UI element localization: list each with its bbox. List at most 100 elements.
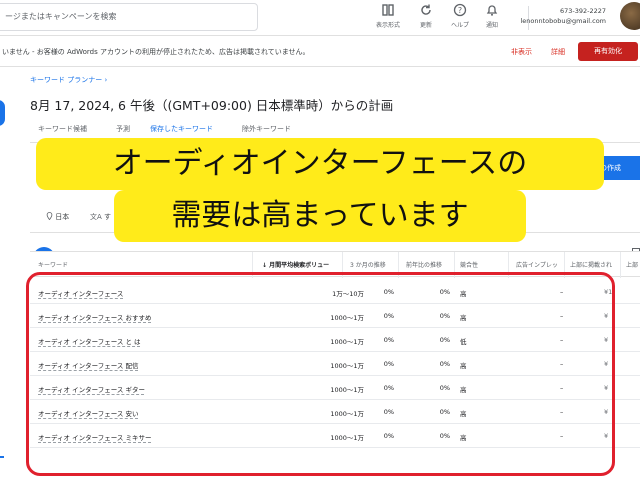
three-month-cell: 0% xyxy=(383,384,394,392)
impression-share-cell: – xyxy=(560,312,564,320)
three-month-cell: 0% xyxy=(383,336,394,344)
appearance-button[interactable]: 表示形式 xyxy=(370,3,406,33)
side-panel-handle[interactable] xyxy=(0,100,5,126)
hide-alert-link[interactable]: 非表示 xyxy=(511,47,532,57)
column-separator xyxy=(398,252,399,278)
tab-negative-keywords[interactable]: 除外キーワード xyxy=(242,124,291,134)
table-row[interactable]: オーディオ インターフェース 安い 1000～1万 0% 0% 高 – ¥ xyxy=(30,400,640,424)
volume-cell: 1000～1万 xyxy=(330,338,364,346)
keyword-cell[interactable]: オーディオ インターフェース 安い xyxy=(38,408,138,418)
table-row[interactable]: オーディオ インターフェース 配信 1000～1万 0% 0% 高 – ¥ xyxy=(30,352,640,376)
keyword-cell[interactable]: オーディオ インターフェース おすすめ xyxy=(38,312,151,322)
account-alert-bar: いません - お客様の AdWords アカウントの利用が停止されたため、広告は… xyxy=(0,37,640,67)
header-three-month[interactable]: 3 か月の推移 xyxy=(350,260,386,269)
column-separator xyxy=(454,252,455,278)
help-label: ヘルプ xyxy=(450,22,469,29)
help-icon: ? xyxy=(453,3,467,17)
appearance-label: 表示形式 xyxy=(375,22,400,29)
caption-line-2: 需要は高まっています xyxy=(114,190,526,242)
impression-share-cell: – xyxy=(560,408,564,416)
alert-details-link[interactable]: 詳細 xyxy=(551,47,565,57)
account-info[interactable]: 673-392-2227 lenonntobobu@gmail.com xyxy=(520,6,606,26)
account-id: 673-392-2227 xyxy=(559,7,606,15)
volume-cell: 1000～1万 xyxy=(330,434,364,442)
impression-share-cell: – xyxy=(560,384,564,392)
top-bar: ージまたはキャンペーンを検索 表示形式 更新 ? ヘルプ 通知 673-392-… xyxy=(0,0,640,36)
bid-cell: ¥1 xyxy=(604,288,613,296)
breadcrumb[interactable]: キーワード プランナー › xyxy=(30,75,107,85)
notifications-label: 通知 xyxy=(485,22,498,29)
impression-share-cell: – xyxy=(560,336,564,344)
translate-icon: 文A xyxy=(90,213,102,221)
table-row[interactable]: オーディオ インターフェース おすすめ 1000～1万 0% 0% 高 – ¥ xyxy=(30,304,640,328)
bell-icon xyxy=(486,5,498,16)
refresh-icon xyxy=(421,4,431,15)
table-row[interactable]: オーディオ インターフェース ミキサー 1000～1万 0% 0% 高 – ¥ xyxy=(30,424,640,448)
search-input[interactable]: ージまたはキャンペーンを検索 xyxy=(0,3,258,31)
help-button[interactable]: ? ヘルプ xyxy=(442,3,478,33)
caption-line-1: オーディオインターフェースの xyxy=(36,138,604,190)
volume-cell: 1万～10万 xyxy=(332,290,364,298)
table-row[interactable]: オーディオ インターフェース と は 1000～1万 0% 0% 低 – ¥ xyxy=(30,328,640,352)
alert-message: いません - お客様の AdWords アカウントの利用が停止されたため、広告は… xyxy=(2,48,310,56)
bid-cell: ¥ xyxy=(604,360,609,368)
account-email: lenonntobobu@gmail.com xyxy=(520,17,606,25)
three-month-cell: 0% xyxy=(383,408,394,416)
column-separator xyxy=(252,252,253,278)
header-yoy[interactable]: 前年比の推移 xyxy=(406,260,442,269)
three-month-cell: 0% xyxy=(383,432,394,440)
competition-cell: 高 xyxy=(460,314,467,322)
search-placeholder: ージまたはキャンペーンを検索 xyxy=(5,12,117,21)
impression-share-cell: – xyxy=(560,432,564,440)
yoy-cell: 0% xyxy=(439,432,450,440)
column-separator xyxy=(508,252,509,278)
avatar[interactable] xyxy=(620,2,640,30)
yoy-cell: 0% xyxy=(439,408,450,416)
header-volume-label: 月間平均検索ボリュー xyxy=(269,262,330,269)
keyword-cell[interactable]: オーディオ インターフェース ミキサー xyxy=(38,432,151,442)
volume-cell: 1000～1万 xyxy=(330,386,364,394)
competition-cell: 高 xyxy=(460,290,467,298)
table-row[interactable]: オーディオ インターフェース 1万～10万 0% 0% 高 – ¥1 xyxy=(30,280,640,304)
volume-cell: 1000～1万 xyxy=(330,314,364,322)
header-top-bid-low[interactable]: 上部に掲載され xyxy=(570,260,612,269)
keyword-cell[interactable]: オーディオ インターフェース と は xyxy=(38,336,141,346)
yoy-cell: 0% xyxy=(439,312,450,320)
volume-cell: 1000～1万 xyxy=(330,410,364,418)
reenable-button[interactable]: 再有効化 xyxy=(578,42,638,61)
tab-saved-keywords[interactable]: 保存したキーワード xyxy=(150,124,213,134)
keyword-cell[interactable]: オーディオ インターフェース 配信 xyxy=(38,360,138,370)
column-separator xyxy=(620,252,621,278)
keyword-cell[interactable]: オーディオ インターフェース ギター xyxy=(38,384,145,394)
competition-cell: 低 xyxy=(460,338,467,346)
header-competition[interactable]: 競合性 xyxy=(460,260,478,269)
impression-share-cell: – xyxy=(560,360,564,368)
notifications-button[interactable]: 通知 xyxy=(474,3,510,33)
column-separator xyxy=(342,252,343,278)
table-header: キーワード ↓ 月間平均検索ボリュー 3 か月の推移 前年比の推移 競合性 広告… xyxy=(30,251,640,278)
location-filter[interactable]: 日本 xyxy=(46,211,69,222)
impression-share-cell: – xyxy=(560,288,564,296)
bid-cell: ¥ xyxy=(604,384,609,392)
header-impression-share[interactable]: 広告インプレッ xyxy=(516,260,558,269)
header-top-bid-high[interactable]: 上部 xyxy=(626,260,638,269)
tab-forecast[interactable]: 予測 xyxy=(116,124,130,134)
language-label: す xyxy=(104,213,112,221)
competition-cell: 高 xyxy=(460,434,467,442)
bid-cell: ¥ xyxy=(604,312,609,320)
language-filter[interactable]: 文A す xyxy=(90,212,111,222)
competition-cell: 高 xyxy=(460,386,467,394)
three-month-cell: 0% xyxy=(383,360,394,368)
volume-cell: 1000～1万 xyxy=(330,362,364,370)
refresh-button[interactable]: 更新 xyxy=(408,3,444,33)
yoy-cell: 0% xyxy=(439,384,450,392)
header-keyword[interactable]: キーワード xyxy=(38,260,68,269)
tab-keyword-ideas[interactable]: キーワード候補 xyxy=(38,124,87,134)
bid-cell: ¥ xyxy=(604,336,609,344)
bid-cell: ¥ xyxy=(604,408,609,416)
header-volume[interactable]: ↓ 月間平均検索ボリュー xyxy=(262,260,329,269)
keyword-cell[interactable]: オーディオ インターフェース xyxy=(38,288,123,298)
table-row[interactable]: オーディオ インターフェース ギター 1000～1万 0% 0% 高 – ¥ xyxy=(30,376,640,400)
refresh-label: 更新 xyxy=(419,22,432,29)
three-month-cell: 0% xyxy=(383,312,394,320)
